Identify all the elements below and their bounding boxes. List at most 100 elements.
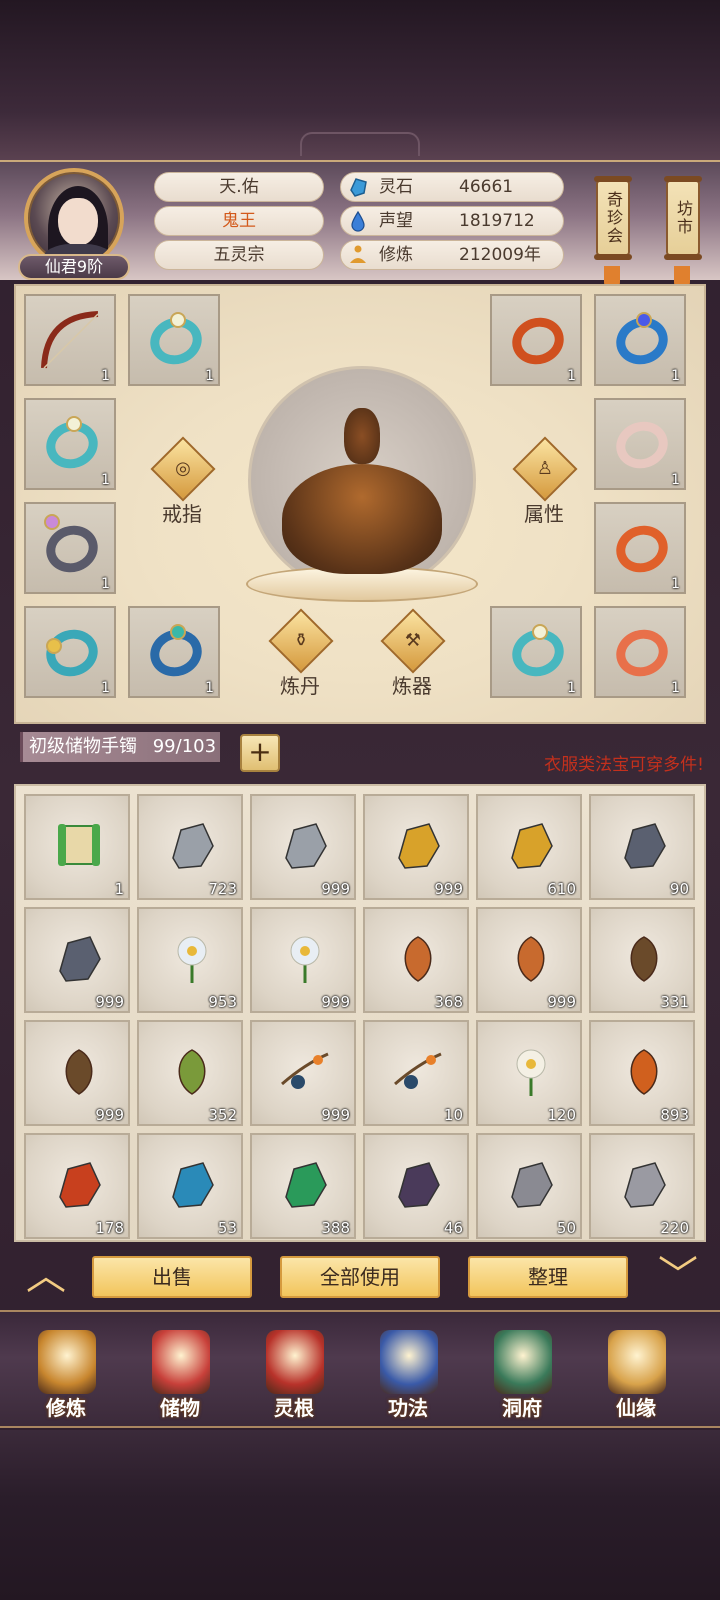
- attribute-button[interactable]: ♙ 属性: [510, 436, 578, 526]
- spirit-stone-icon: [350, 178, 367, 197]
- fate-gourd-icon: [608, 1330, 666, 1394]
- berry-branch-icon: [394, 1052, 442, 1089]
- nav-label: 洞府: [502, 1396, 542, 1420]
- nav-label: 功法: [388, 1396, 428, 1420]
- inventory-item[interactable]: 999: [250, 1020, 356, 1126]
- stat-label: 灵石: [379, 177, 413, 197]
- bow-icon: [41, 311, 99, 369]
- herb-root-icon: [630, 936, 658, 982]
- ring-button-label: 戒指: [162, 502, 202, 526]
- anvil-icon: ⚒: [404, 630, 422, 651]
- equip-slot-ring[interactable]: 1: [24, 502, 116, 594]
- inventory-item[interactable]: 1: [24, 794, 130, 900]
- phoenix-ring-icon: [610, 519, 674, 579]
- equip-slot-ring[interactable]: 1: [128, 606, 220, 698]
- avatar-portrait: [24, 168, 124, 268]
- item-count: 1: [567, 680, 576, 696]
- scroll-up-icon[interactable]: ︿: [22, 1256, 70, 1296]
- gem: [170, 624, 186, 640]
- scroll-down-icon[interactable]: ﹀: [654, 1256, 702, 1296]
- dark-iron-icon: [624, 823, 666, 869]
- equip-slot-ring[interactable]: 1: [24, 398, 116, 490]
- equip-slot-bow[interactable]: 1: [24, 294, 116, 386]
- white-lily-icon: [177, 936, 207, 983]
- nav-item-spirit-root[interactable]: 灵根: [244, 1330, 344, 1430]
- inventory-item[interactable]: 953: [137, 907, 243, 1013]
- stat-value: 46661: [459, 177, 514, 197]
- item-count: 368: [434, 993, 463, 1011]
- equip-slot-ring[interactable]: 1: [594, 294, 686, 386]
- inventory-item[interactable]: 999: [363, 794, 469, 900]
- item-count: 53: [217, 1219, 237, 1237]
- item-count: 999: [321, 993, 350, 1011]
- inventory-item[interactable]: 999: [250, 794, 356, 900]
- inventory-item[interactable]: 368: [363, 907, 469, 1013]
- nav-item-cave-palace[interactable]: 洞府: [472, 1330, 572, 1430]
- item-count: 1: [671, 368, 680, 384]
- equip-slot-ring[interactable]: 1: [594, 398, 686, 490]
- equip-slot-ring[interactable]: 1: [24, 606, 116, 698]
- equip-slot-ring[interactable]: 1: [128, 294, 220, 386]
- inventory-item[interactable]: 53: [137, 1133, 243, 1239]
- nav-item-storage-bag[interactable]: 储物: [130, 1330, 230, 1430]
- nav-item-fate-gourd[interactable]: 仙缘: [586, 1330, 686, 1430]
- jade-crystal-icon: [285, 1162, 327, 1208]
- player-avatar[interactable]: 仙君9阶: [18, 168, 130, 280]
- use-all-button[interactable]: 全部使用: [280, 1256, 440, 1298]
- ring-icon: ◎: [175, 458, 191, 479]
- inventory-item[interactable]: 178: [24, 1133, 130, 1239]
- iron-ore-icon: [172, 823, 214, 869]
- inventory-item[interactable]: 120: [476, 1020, 582, 1126]
- grey-stone-icon: [624, 1162, 666, 1208]
- treasure-fair-button[interactable]: 奇珍会: [594, 176, 632, 260]
- nav-item-skill-book[interactable]: 功法: [358, 1330, 458, 1430]
- equip-slot-ring[interactable]: 1: [594, 502, 686, 594]
- equip-slot-ring[interactable]: 1: [594, 606, 686, 698]
- forge-button[interactable]: ⚒ 炼器: [378, 608, 446, 698]
- item-count: 1: [567, 368, 576, 384]
- rank-badge: 仙君9阶: [18, 254, 130, 280]
- inventory-item[interactable]: 723: [137, 794, 243, 900]
- bottom-background: [0, 1430, 720, 1600]
- stat-label: 修炼: [379, 245, 413, 265]
- inventory-item[interactable]: 220: [589, 1133, 695, 1239]
- inventory-item[interactable]: 352: [137, 1020, 243, 1126]
- gem: [636, 312, 652, 328]
- inventory-item[interactable]: 999: [476, 907, 582, 1013]
- red-bloom-herb-icon: [178, 1049, 206, 1095]
- white-lily-icon: [290, 936, 320, 983]
- bag-capacity-bar: 初级储物手镯 99/103: [20, 732, 220, 762]
- inventory-grid: 1 723 999 999 610 90 999 953 999 368 999 331 999 352 9…: [14, 784, 706, 1242]
- inventory-item[interactable]: 999: [24, 1020, 130, 1126]
- expand-bag-button[interactable]: +: [240, 734, 280, 772]
- equip-slot-ring[interactable]: 1: [490, 294, 582, 386]
- item-count: 1: [101, 576, 110, 592]
- top-ornament: [300, 132, 420, 156]
- inventory-item[interactable]: 46: [363, 1133, 469, 1239]
- market-button[interactable]: 坊市: [664, 176, 702, 260]
- equip-slot-ring[interactable]: 1: [490, 606, 582, 698]
- item-count: 1: [671, 576, 680, 592]
- ring-button[interactable]: ◎ 戒指: [148, 436, 216, 526]
- inventory-item[interactable]: 10: [363, 1020, 469, 1126]
- inventory-item[interactable]: 50: [476, 1133, 582, 1239]
- inventory-item[interactable]: 388: [250, 1133, 356, 1239]
- gem: [170, 312, 186, 328]
- alchemy-button[interactable]: ⚱ 炼丹: [266, 608, 334, 698]
- alchemy-button-label: 炼丹: [280, 674, 320, 698]
- inventory-item[interactable]: 610: [476, 794, 582, 900]
- inventory-item[interactable]: 999: [250, 907, 356, 1013]
- item-count: 999: [95, 1106, 124, 1124]
- inventory-item[interactable]: 893: [589, 1020, 695, 1126]
- dragon-ring-icon: [506, 311, 570, 371]
- nav-item-cultivate[interactable]: 修炼: [16, 1330, 116, 1430]
- inventory-item[interactable]: 90: [589, 794, 695, 900]
- bag-notice: 衣服类法宝可穿多件!: [544, 755, 704, 775]
- ginseng-icon: [517, 936, 545, 982]
- sell-button[interactable]: 出售: [92, 1256, 252, 1298]
- inventory-item[interactable]: 999: [24, 907, 130, 1013]
- stat-label: 声望: [379, 211, 413, 231]
- sort-button[interactable]: 整理: [468, 1256, 628, 1298]
- inventory-item[interactable]: 331: [589, 907, 695, 1013]
- item-count: 999: [321, 1106, 350, 1124]
